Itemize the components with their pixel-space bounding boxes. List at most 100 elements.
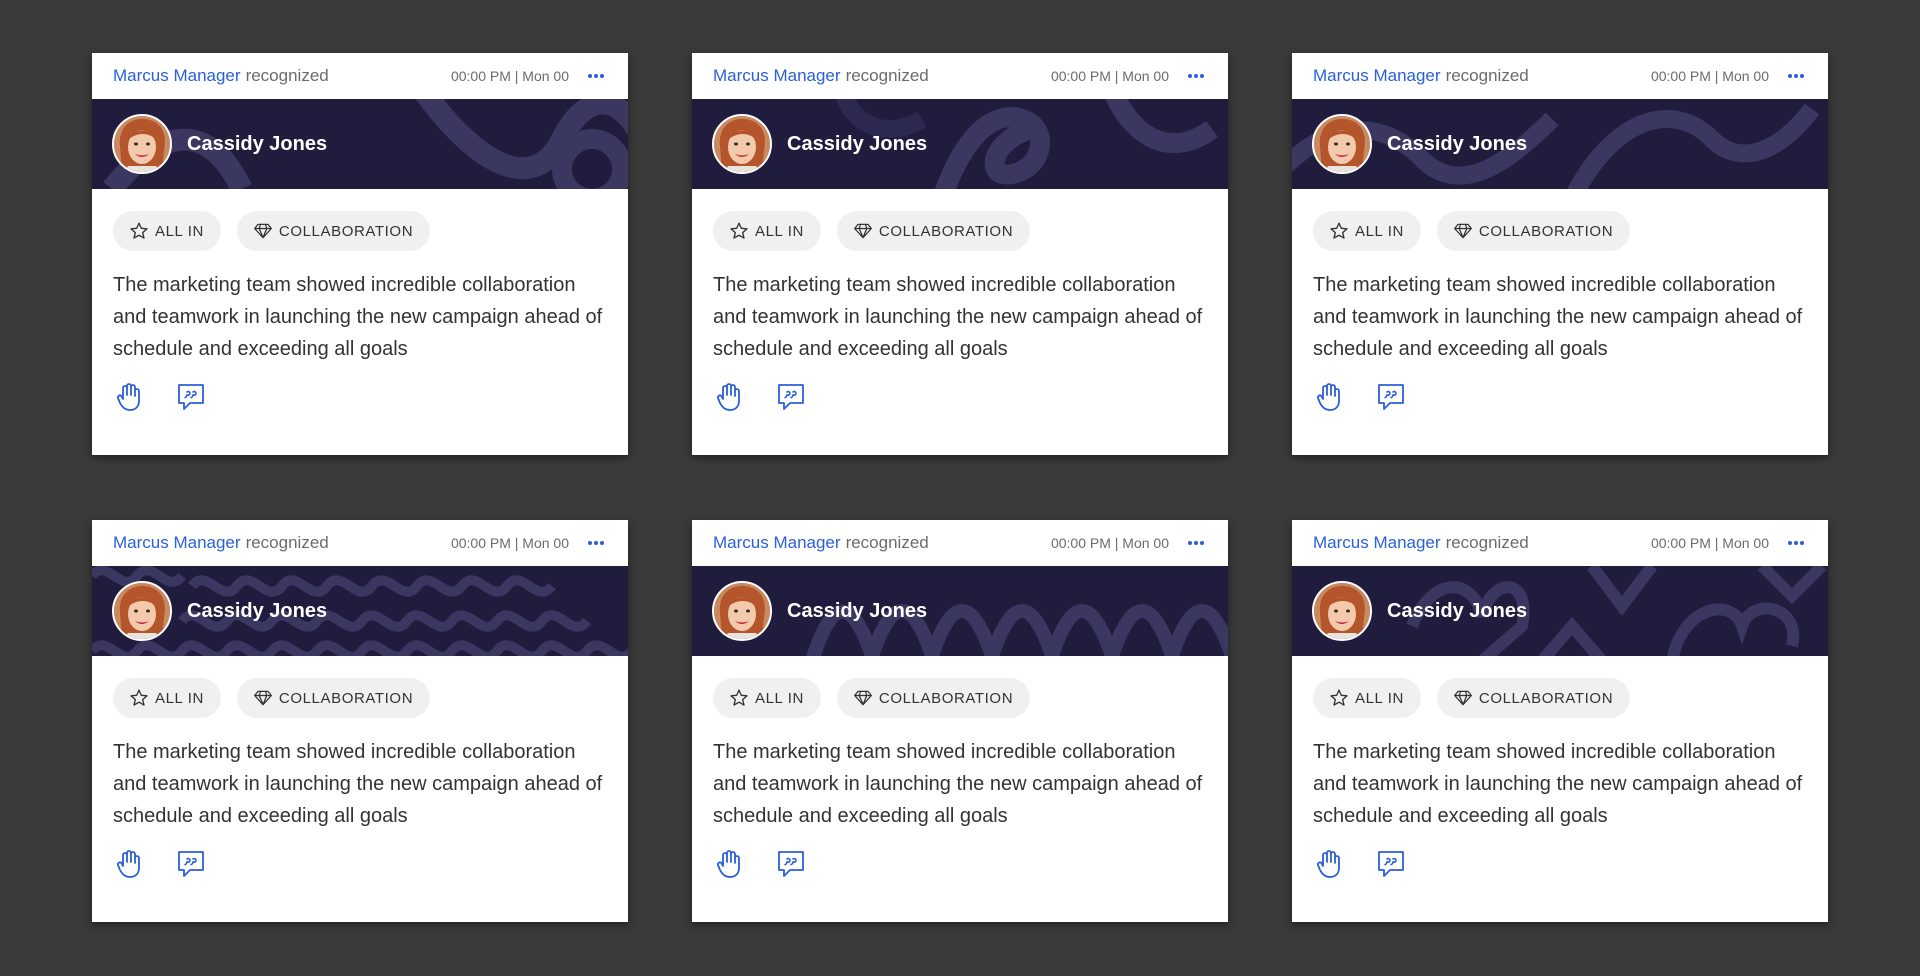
- more-options-icon[interactable]: [1185, 533, 1207, 553]
- hand-icon: [717, 383, 740, 411]
- giver-name-link[interactable]: Marcus Manager: [713, 533, 841, 553]
- value-tags: ALL IN COLLABORATION: [692, 189, 1228, 251]
- comment-button[interactable]: [1376, 381, 1406, 413]
- recipient-name[interactable]: Cassidy Jones: [1387, 600, 1527, 623]
- banner-pattern: [103, 99, 628, 189]
- more-options-icon[interactable]: [1785, 66, 1807, 86]
- value-tags: ALL IN COLLABORATION: [92, 656, 628, 718]
- tag-label: COLLABORATION: [278, 689, 414, 707]
- recognition-message: The marketing team showed incredible col…: [113, 274, 603, 360]
- card-actions: [92, 365, 628, 413]
- tag-collaboration[interactable]: COLLABORATION: [1436, 678, 1631, 718]
- recipient-banner: Cassidy Jones: [92, 566, 628, 656]
- card-header: Marcus Manager recognized 00:00 PM | Mon…: [1292, 520, 1828, 566]
- recipient-banner: Cassidy Jones: [1292, 99, 1828, 189]
- giver-name-link[interactable]: Marcus Manager: [113, 533, 241, 553]
- tag-collaboration[interactable]: COLLABORATION: [1436, 211, 1631, 251]
- tag-label: ALL IN: [755, 689, 804, 707]
- quote-bubble-icon: [778, 851, 804, 877]
- recognized-label: recognized: [845, 66, 929, 85]
- recipient-banner: Cassidy Jones: [1292, 566, 1828, 656]
- recipient-name[interactable]: Cassidy Jones: [1387, 133, 1527, 156]
- tag-label: ALL IN: [1355, 689, 1404, 707]
- diamond-icon: [253, 223, 272, 239]
- recipient-avatar[interactable]: [112, 114, 172, 174]
- card-header: Marcus Manager recognized 00:00 PM | Mon…: [692, 520, 1228, 566]
- recipient-name[interactable]: Cassidy Jones: [787, 133, 927, 156]
- recipient-avatar[interactable]: [112, 581, 172, 641]
- high-five-button[interactable]: [114, 381, 144, 413]
- comment-button[interactable]: [776, 381, 806, 413]
- card-actions: [692, 832, 1228, 880]
- card-actions: [92, 832, 628, 880]
- recognition-card: Marcus Manager recognized 00:00 PM | Mon…: [692, 53, 1228, 455]
- tag-label: COLLABORATION: [878, 689, 1014, 707]
- more-options-icon[interactable]: [1785, 533, 1807, 553]
- high-five-button[interactable]: [714, 848, 744, 880]
- banner-pattern: [1406, 566, 1827, 656]
- quote-bubble-icon: [178, 851, 204, 877]
- diamond-icon: [1453, 223, 1472, 239]
- high-five-button[interactable]: [1314, 381, 1344, 413]
- timestamp: 00:00 PM | Mon 00: [450, 535, 569, 551]
- value-tags: ALL IN COLLABORATION: [1292, 656, 1828, 718]
- hand-icon: [117, 383, 140, 411]
- banner-pattern: [1292, 103, 1820, 189]
- recipient-name[interactable]: Cassidy Jones: [787, 600, 927, 623]
- tag-collaboration[interactable]: COLLABORATION: [236, 211, 431, 251]
- tag-label: COLLABORATION: [878, 222, 1014, 240]
- quote-bubble-icon: [1378, 851, 1404, 877]
- star-icon: [130, 689, 148, 706]
- tag-all-in[interactable]: ALL IN: [713, 211, 821, 251]
- comment-button[interactable]: [176, 381, 206, 413]
- recipient-avatar[interactable]: [712, 114, 772, 174]
- recipient-name[interactable]: Cassidy Jones: [187, 133, 327, 156]
- high-five-button[interactable]: [714, 381, 744, 413]
- recognition-card: Marcus Manager recognized 00:00 PM | Mon…: [92, 53, 628, 455]
- comment-button[interactable]: [176, 848, 206, 880]
- card-actions: [1292, 365, 1828, 413]
- recognized-label: recognized: [845, 533, 929, 552]
- recipient-banner: Cassidy Jones: [692, 99, 1228, 189]
- tag-all-in[interactable]: ALL IN: [1313, 211, 1421, 251]
- recipient-name[interactable]: Cassidy Jones: [187, 600, 327, 623]
- tag-all-in[interactable]: ALL IN: [113, 211, 221, 251]
- quote-bubble-icon: [178, 384, 204, 410]
- tag-label: ALL IN: [1355, 222, 1404, 240]
- giver-name-link[interactable]: Marcus Manager: [113, 66, 241, 86]
- hand-icon: [1317, 850, 1340, 878]
- tag-label: ALL IN: [155, 222, 204, 240]
- tag-all-in[interactable]: ALL IN: [713, 678, 821, 718]
- timestamp: 00:00 PM | Mon 00: [1650, 535, 1769, 551]
- more-options-icon[interactable]: [585, 66, 607, 86]
- comment-button[interactable]: [1376, 848, 1406, 880]
- tag-collaboration[interactable]: COLLABORATION: [836, 678, 1031, 718]
- giver-name-link[interactable]: Marcus Manager: [1313, 66, 1441, 86]
- giver-name-link[interactable]: Marcus Manager: [713, 66, 841, 86]
- more-options-icon[interactable]: [1185, 66, 1207, 86]
- tag-label: COLLABORATION: [1478, 689, 1614, 707]
- tag-collaboration[interactable]: COLLABORATION: [836, 211, 1031, 251]
- recipient-avatar[interactable]: [712, 581, 772, 641]
- tag-all-in[interactable]: ALL IN: [1313, 678, 1421, 718]
- giver-name-link[interactable]: Marcus Manager: [1313, 533, 1441, 553]
- more-options-icon[interactable]: [585, 533, 607, 553]
- recipient-avatar[interactable]: [1312, 581, 1372, 641]
- quote-bubble-icon: [1378, 384, 1404, 410]
- high-five-button[interactable]: [114, 848, 144, 880]
- diamond-icon: [1453, 690, 1472, 706]
- card-actions: [1292, 832, 1828, 880]
- recipient-banner: Cassidy Jones: [692, 566, 1228, 656]
- recipient-avatar[interactable]: [1312, 114, 1372, 174]
- card-header: Marcus Manager recognized 00:00 PM | Mon…: [1292, 53, 1828, 99]
- banner-pattern: [835, 99, 1218, 189]
- comment-button[interactable]: [776, 848, 806, 880]
- high-five-button[interactable]: [1314, 848, 1344, 880]
- card-actions: [692, 365, 1228, 413]
- tag-all-in[interactable]: ALL IN: [113, 678, 221, 718]
- star-icon: [130, 222, 148, 239]
- recognized-label: recognized: [245, 66, 329, 85]
- star-icon: [730, 689, 748, 706]
- star-icon: [1330, 689, 1348, 706]
- tag-collaboration[interactable]: COLLABORATION: [236, 678, 431, 718]
